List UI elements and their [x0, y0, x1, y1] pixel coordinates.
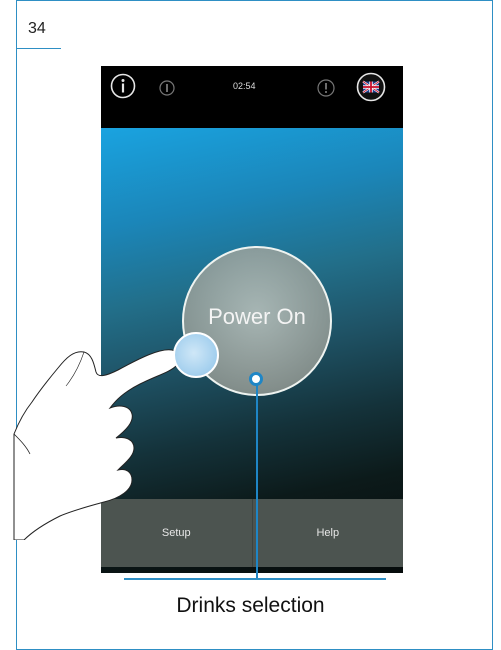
- touch-indicator: [173, 332, 219, 378]
- callout-line: [256, 380, 258, 578]
- status-bar: 02:54: [101, 66, 403, 128]
- page-number: 34: [28, 20, 46, 37]
- clock: 02:54: [233, 81, 256, 91]
- power-on-label: Power On: [208, 304, 306, 329]
- info-icon[interactable]: [110, 73, 136, 99]
- signal-icon: [159, 80, 175, 96]
- help-button[interactable]: Help: [251, 499, 404, 567]
- callout-marker: [249, 372, 263, 386]
- callout-caption: Drinks selection: [176, 594, 325, 617]
- uk-flag-icon[interactable]: [356, 72, 386, 102]
- caption-rule: [124, 578, 386, 580]
- page-number-divider: [17, 48, 61, 49]
- alert-icon[interactable]: [317, 79, 335, 97]
